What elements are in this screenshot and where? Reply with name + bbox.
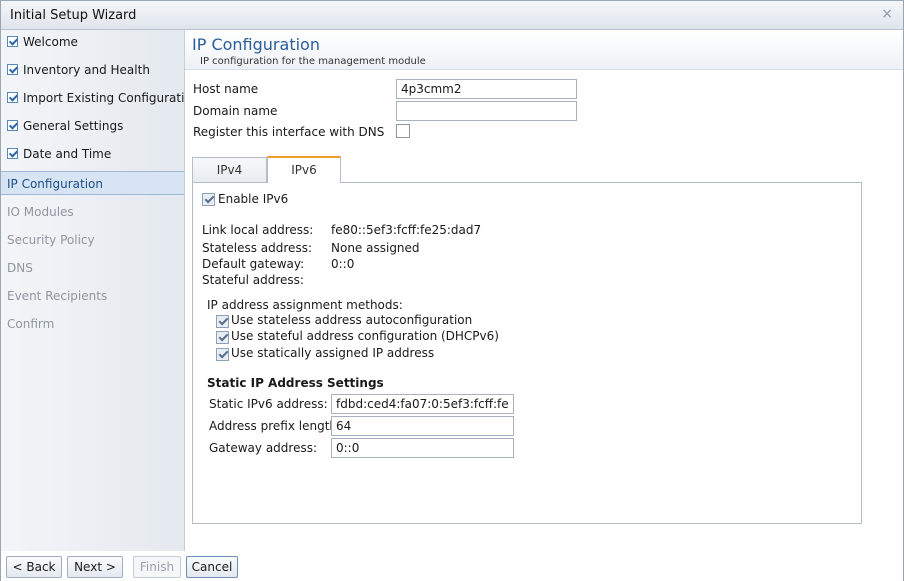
sidebar-item-ip-configuration[interactable]: IP Configuration	[1, 171, 184, 195]
ipv6-tab-panel: Enable IPv6 Link local address: fe80::5e…	[192, 182, 862, 524]
checkmark-icon	[7, 120, 18, 131]
sidebar-item-io-modules[interactable]: IO Modules	[1, 200, 184, 224]
sidebar-item-label: Date and Time	[23, 147, 112, 161]
sidebar-item-welcome[interactable]: Welcome	[1, 30, 184, 54]
stateless-address-value: None assigned	[331, 241, 420, 255]
link-local-label: Link local address:	[202, 223, 314, 237]
sidebar-item-import-configuration[interactable]: Import Existing Configuration	[1, 86, 199, 110]
sidebar-item-dns[interactable]: DNS	[1, 256, 184, 280]
sidebar-item-inventory-health[interactable]: Inventory and Health	[1, 58, 184, 82]
stateful-dhcpv6-checkbox[interactable]	[216, 331, 229, 344]
stateless-autoconfig-checkbox[interactable]	[216, 315, 229, 328]
finish-button[interactable]: Finish	[133, 556, 181, 578]
page-header: IP Configuration IP configuration for th…	[185, 30, 903, 70]
static-ip-label: Use statically assigned IP address	[231, 346, 435, 360]
sidebar-item-label: IO Modules	[7, 205, 74, 219]
wizard-footer: < Back Next > Finish Cancel	[1, 551, 903, 581]
wizard-steps-sidebar: Welcome Inventory and Health Import Exis…	[1, 30, 199, 551]
enable-ipv6-checkbox[interactable]	[202, 193, 215, 206]
register-dns-label: Register this interface with DNS	[193, 125, 385, 139]
sidebar-item-label: Inventory and Health	[23, 63, 150, 77]
register-dns-checkbox[interactable]	[396, 124, 410, 138]
tab-ipv6[interactable]: IPv6	[267, 156, 341, 183]
domain-name-input[interactable]	[396, 101, 577, 121]
prefix-length-label: Address prefix length:	[209, 419, 342, 433]
sidebar-item-label: Security Policy	[7, 233, 95, 247]
gateway-address-label: Gateway address:	[209, 441, 318, 455]
stateless-autoconfig-label: Use stateless address autoconfiguration	[231, 313, 473, 327]
prefix-length-input[interactable]	[331, 416, 514, 436]
setup-wizard-window: Initial Setup Wizard × Welcome Inventory…	[0, 0, 904, 581]
host-name-input[interactable]	[396, 79, 577, 99]
static-ip-checkbox[interactable]	[216, 348, 229, 361]
page-title: IP Configuration	[192, 35, 320, 54]
static-settings-title: Static IP Address Settings	[207, 376, 384, 390]
default-gateway-label: Default gateway:	[202, 257, 305, 271]
default-gateway-value: 0::0	[331, 257, 355, 271]
stateful-dhcpv6-label: Use stateful address configuration (DHCP…	[231, 329, 499, 343]
sidebar-item-label: Confirm	[7, 317, 55, 331]
sidebar-item-security-policy[interactable]: Security Policy	[1, 228, 184, 252]
window-title: Initial Setup Wizard	[10, 8, 137, 23]
checkmark-icon	[7, 36, 18, 47]
main-content: IP Configuration IP configuration for th…	[185, 30, 903, 551]
tab-ipv4[interactable]: IPv4	[192, 157, 267, 183]
title-bar: Initial Setup Wizard ×	[1, 1, 903, 30]
stateful-address-label: Stateful address:	[202, 273, 304, 287]
checkmark-icon	[7, 148, 18, 159]
sidebar-item-date-time[interactable]: Date and Time	[1, 142, 184, 166]
back-button[interactable]: < Back	[6, 556, 62, 578]
static-ipv6-address-label: Static IPv6 address:	[209, 397, 328, 411]
host-name-label: Host name	[193, 82, 259, 96]
checkmark-icon	[7, 64, 18, 75]
sidebar-item-label: DNS	[7, 261, 33, 275]
page-subtitle: IP configuration for the management modu…	[200, 56, 426, 67]
sidebar-item-confirm[interactable]: Confirm	[1, 312, 184, 336]
sidebar-item-general-settings[interactable]: General Settings	[1, 114, 184, 138]
sidebar-item-label: IP Configuration	[7, 177, 103, 191]
sidebar-item-label: Event Recipients	[7, 289, 108, 303]
assignment-methods-label: IP address assignment methods:	[207, 298, 403, 312]
stateless-address-label: Stateless address:	[202, 241, 312, 255]
cancel-button[interactable]: Cancel	[186, 556, 238, 578]
checkmark-icon	[7, 92, 18, 103]
link-local-value: fe80::5ef3:fcff:fe25:dad7	[331, 223, 482, 237]
close-icon[interactable]: ×	[881, 6, 893, 22]
sidebar-item-label: Import Existing Configuration	[23, 91, 200, 105]
enable-ipv6-label: Enable IPv6	[218, 192, 289, 206]
static-ipv6-address-input[interactable]	[331, 394, 514, 414]
sidebar-item-event-recipients[interactable]: Event Recipients	[1, 284, 184, 308]
next-button[interactable]: Next >	[67, 556, 123, 578]
gateway-address-input[interactable]	[331, 438, 514, 458]
sidebar-item-label: Welcome	[23, 35, 78, 49]
domain-name-label: Domain name	[193, 104, 278, 118]
sidebar-item-label: General Settings	[23, 119, 124, 133]
